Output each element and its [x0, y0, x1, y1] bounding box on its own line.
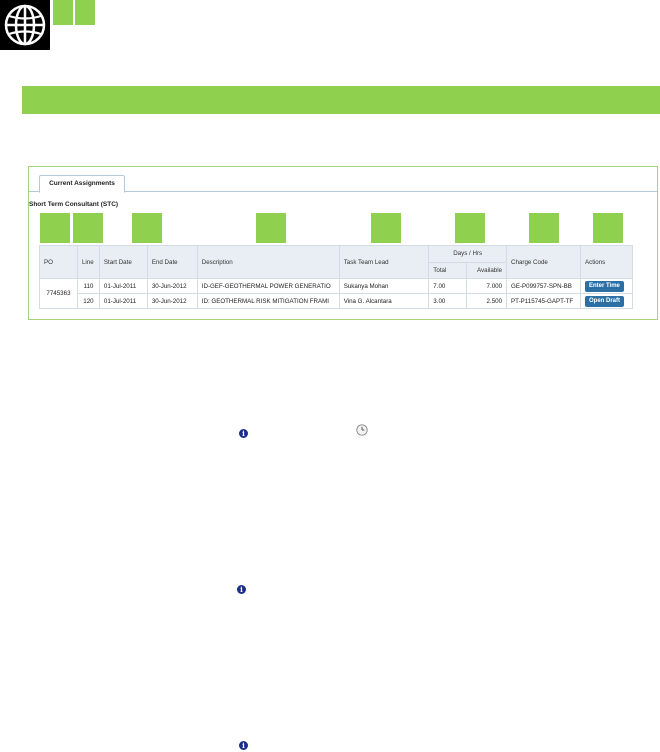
column-highlight-box [593, 213, 623, 243]
col-po: PO [39, 245, 78, 279]
available-cell: 7.000 [466, 278, 508, 294]
enter-time-button[interactable]: Enter Time [584, 280, 624, 292]
col-line: Line [76, 245, 100, 279]
col-charge-code: Charge Code [506, 245, 581, 279]
charge-code-cell: PT-P115745-GAPT-TF [506, 293, 581, 309]
total-cell: 3.00 [428, 293, 468, 309]
col-actions: Actions [579, 245, 634, 279]
col-start-date: Start Date [98, 245, 148, 279]
task-team-lead-cell: Sukanya Mohan [338, 278, 430, 294]
table-row: 7745363 110 01-Jul-2011 30-Jun-2012 ID-G… [39, 278, 634, 309]
task-team-lead-cell: Vina G. Alcantara [338, 293, 430, 309]
end-date-cell: 30-Jun-2012 [146, 293, 198, 309]
total-cell: 7.00 [428, 278, 468, 294]
col-end-date: End Date [146, 245, 198, 279]
assignments-panel: Current Assignments Short Term Consultan… [28, 166, 658, 320]
column-highlight-box [529, 213, 559, 243]
description-cell: ID: GEOTHERMAL RISK MITIGATION FRAMI [196, 293, 340, 309]
clock-icon [356, 424, 368, 436]
charge-code-cell: GE-P099757-SPN-BB [506, 278, 581, 294]
column-highlight-box [132, 213, 162, 243]
col-days-hrs: Days / Hrs [428, 245, 508, 263]
tab-strip: Current Assignments [29, 167, 657, 193]
assignments-table: PO Line Start Date End Date Description … [39, 245, 634, 309]
actions-cell: Enter Time [579, 278, 634, 294]
column-highlight-box [256, 213, 286, 243]
column-highlight-box [73, 213, 103, 243]
column-highlight-box [371, 213, 401, 243]
description-cell: ID-GEF-GEOTHERMAL POWER GENERATIO [196, 278, 340, 294]
globe-icon [4, 4, 46, 46]
start-date-cell: 01-Jul-2011 [98, 293, 148, 309]
column-highlight-box [40, 213, 70, 243]
po-cell: 7745363 [39, 278, 78, 309]
available-cell: 2.500 [466, 293, 508, 309]
header-highlight-box [75, 0, 95, 25]
tab-current-assignments[interactable]: Current Assignments [39, 175, 125, 193]
line-cell: 110 [76, 278, 100, 294]
col-task-team-lead: Task Team Lead [338, 245, 430, 279]
column-highlight-box [455, 213, 485, 243]
col-total: Total [428, 261, 468, 279]
header-highlight-box [53, 0, 73, 25]
info-icon: i [237, 585, 246, 594]
info-icon: i [239, 741, 248, 750]
line-cell: 120 [76, 293, 100, 309]
start-date-cell: 01-Jul-2011 [98, 278, 148, 294]
world-bank-logo [0, 0, 50, 50]
col-available: Available [466, 261, 508, 279]
open-draft-button[interactable]: Open Draft [584, 295, 624, 307]
table-header-row: PO Line Start Date End Date Description … [39, 245, 634, 279]
section-title: Short Term Consultant (STC) [29, 201, 119, 208]
actions-cell: Open Draft [579, 293, 634, 309]
end-date-cell: 30-Jun-2012 [146, 278, 198, 294]
col-description: Description [196, 245, 340, 279]
table-row: 120 01-Jul-2011 30-Jun-2012 ID: GEOTHERM… [40, 293, 634, 309]
info-icon: i [239, 429, 248, 438]
header-banner [22, 86, 660, 114]
